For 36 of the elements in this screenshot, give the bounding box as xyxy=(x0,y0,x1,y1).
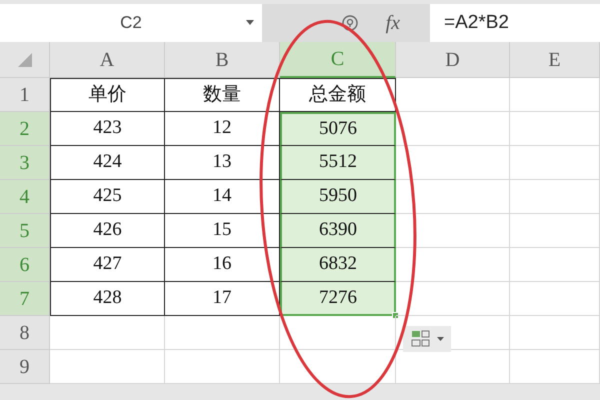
row-header[interactable]: 4 xyxy=(0,180,50,214)
row-header[interactable]: 5 xyxy=(0,214,50,248)
caret-icon xyxy=(436,337,444,341)
table-cell: 424 xyxy=(50,146,165,180)
table-cell: 428 xyxy=(50,282,165,316)
table-cell: 426 xyxy=(50,214,165,248)
column-header[interactable]: D xyxy=(396,42,510,78)
zoom-icon[interactable] xyxy=(342,15,358,31)
row-header[interactable]: 6 xyxy=(0,248,50,282)
column-header[interactable]: A xyxy=(50,42,165,78)
formula-field[interactable]: =A2*B2 xyxy=(430,4,600,42)
row-header[interactable]: 3 xyxy=(0,146,50,180)
auto-fill-options-button[interactable] xyxy=(403,326,451,352)
column-header[interactable]: E xyxy=(510,42,600,78)
row-header[interactable]: 2 xyxy=(0,112,50,146)
column-header[interactable]: C xyxy=(280,42,396,78)
row-header[interactable]: 7 xyxy=(0,282,50,316)
table-cell: 423 xyxy=(50,112,165,146)
table-cell: 425 xyxy=(50,180,165,214)
column-header[interactable]: B xyxy=(165,42,280,78)
row-header[interactable]: 9 xyxy=(0,350,50,384)
name-box[interactable]: C2 xyxy=(0,4,262,42)
function-button[interactable]: fx xyxy=(386,8,400,38)
table-cell: 6832 xyxy=(280,248,396,282)
table-cell: 5950 xyxy=(280,180,396,214)
row-header[interactable]: 8 xyxy=(0,316,50,350)
grid-icon xyxy=(410,330,430,348)
row-header[interactable]: 1 xyxy=(0,78,50,112)
table-cell: 6390 xyxy=(280,214,396,248)
table-cell: 427 xyxy=(50,248,165,282)
table-cell: 5076 xyxy=(280,112,396,146)
table-cell: 5512 xyxy=(280,146,396,180)
table-cell: 单价 xyxy=(50,78,165,112)
table-cell: 7276 xyxy=(280,282,396,316)
table-cell: 数量 xyxy=(165,78,280,112)
caret-icon xyxy=(246,20,254,25)
